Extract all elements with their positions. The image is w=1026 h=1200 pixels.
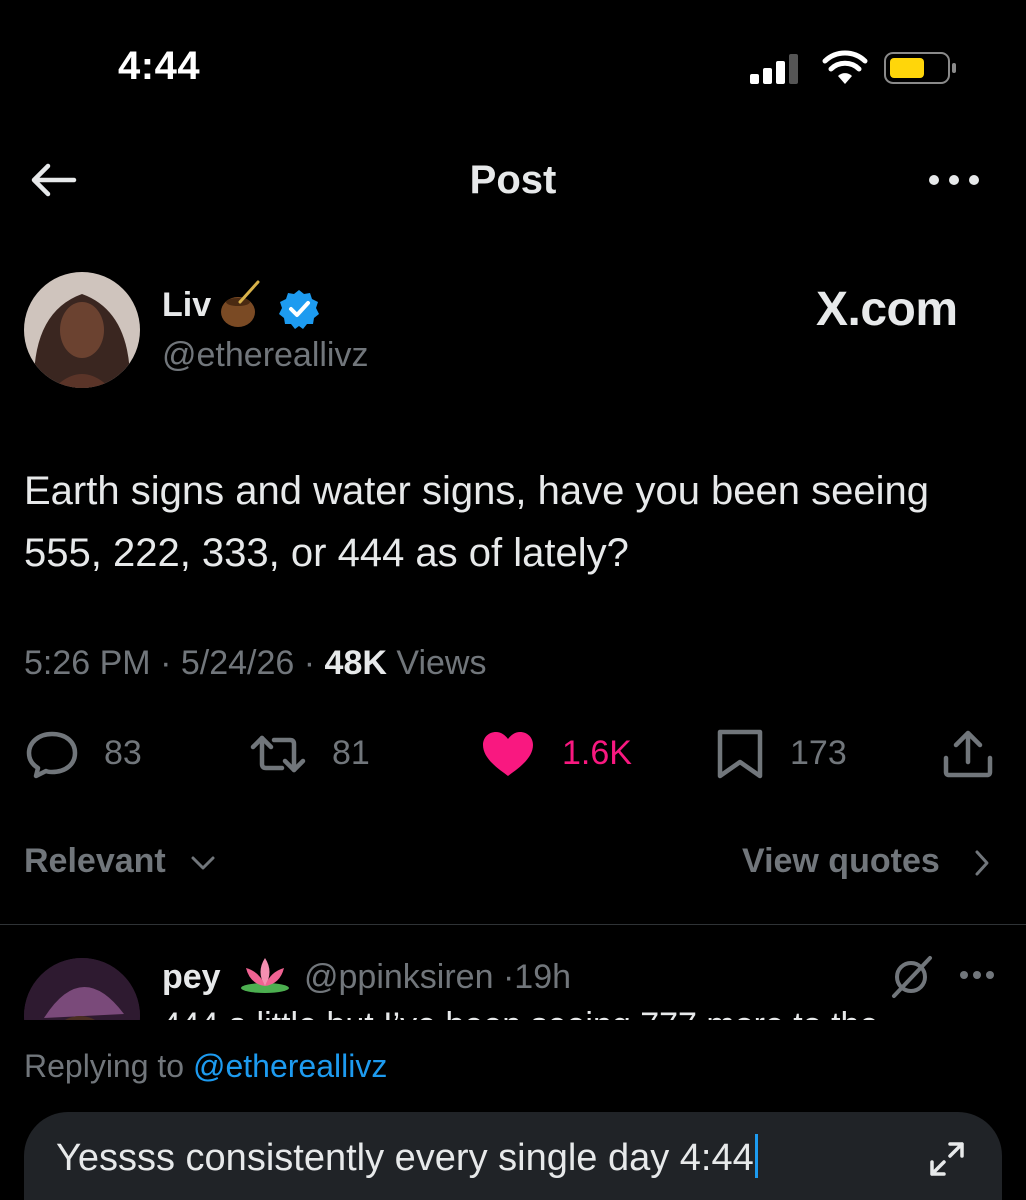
reply-icon[interactable] (24, 728, 80, 780)
post-text: Earth signs and water signs, have you be… (24, 469, 930, 575)
replying-mention[interactable]: @ethereallivz (193, 1048, 387, 1084)
view-quotes-link[interactable]: View quotes (742, 842, 940, 881)
views-label: Views (396, 644, 487, 682)
repost-icon[interactable] (250, 728, 306, 780)
page-title: Post (469, 158, 557, 202)
views-count[interactable]: 48K (325, 644, 387, 682)
reply-author-meta: @ppinksiren ·19h (304, 958, 571, 997)
battery-icon (884, 52, 956, 84)
brand-watermark: X.com (816, 283, 958, 336)
reply-input-value: Yessss consistently every single day 4:4… (56, 1137, 754, 1179)
reply-age: 19h (514, 958, 572, 996)
replying-to: Replying to @ethereallivz (24, 1048, 387, 1085)
lotus-icon (241, 958, 289, 993)
bookmark-count: 173 (790, 734, 847, 772)
author-name[interactable]: Liv (162, 286, 211, 325)
like-count: 1.6K (562, 734, 632, 772)
status-time: 4:44 (118, 44, 201, 88)
cellular-signal-icon (750, 54, 798, 84)
text-caret (754, 1134, 758, 1178)
verified-badge-icon (279, 290, 319, 329)
bookmark-icon[interactable] (712, 728, 768, 780)
meta-separator: · (160, 644, 172, 682)
repost-count: 81 (332, 734, 370, 772)
avatar[interactable] (24, 272, 140, 388)
share-icon[interactable] (940, 728, 996, 780)
wifi-icon (822, 50, 868, 84)
gourd-drink-icon (221, 280, 260, 327)
post-time: 5:26 PM (24, 644, 151, 682)
post-meta: 5:26 PM · 5/24/26 · 48K Views (24, 644, 486, 683)
post-date: 5/24/26 (180, 644, 295, 682)
reply-author-handle[interactable]: @ppinksiren (304, 958, 494, 996)
chevron-right-icon (975, 850, 989, 876)
divider (0, 924, 1026, 925)
reply-input[interactable]: Yessss consistently every single day 4:4… (56, 1134, 758, 1180)
grok-icon[interactable] (888, 954, 934, 1000)
sort-relevant-button[interactable]: Relevant (24, 842, 166, 881)
expand-icon[interactable] (928, 1140, 966, 1178)
like-heart-icon[interactable] (480, 728, 536, 780)
more-options-icon[interactable] (926, 168, 982, 192)
chevron-down-icon (191, 856, 215, 870)
meta-separator: · (502, 958, 515, 996)
replying-prefix: Replying to (24, 1048, 185, 1084)
reply-more-icon[interactable] (958, 968, 996, 982)
reply-author-name[interactable]: pey (162, 958, 221, 997)
meta-separator: · (303, 644, 316, 682)
author-handle[interactable]: @ethereallivz (162, 336, 369, 375)
reply-count: 83 (104, 734, 142, 772)
